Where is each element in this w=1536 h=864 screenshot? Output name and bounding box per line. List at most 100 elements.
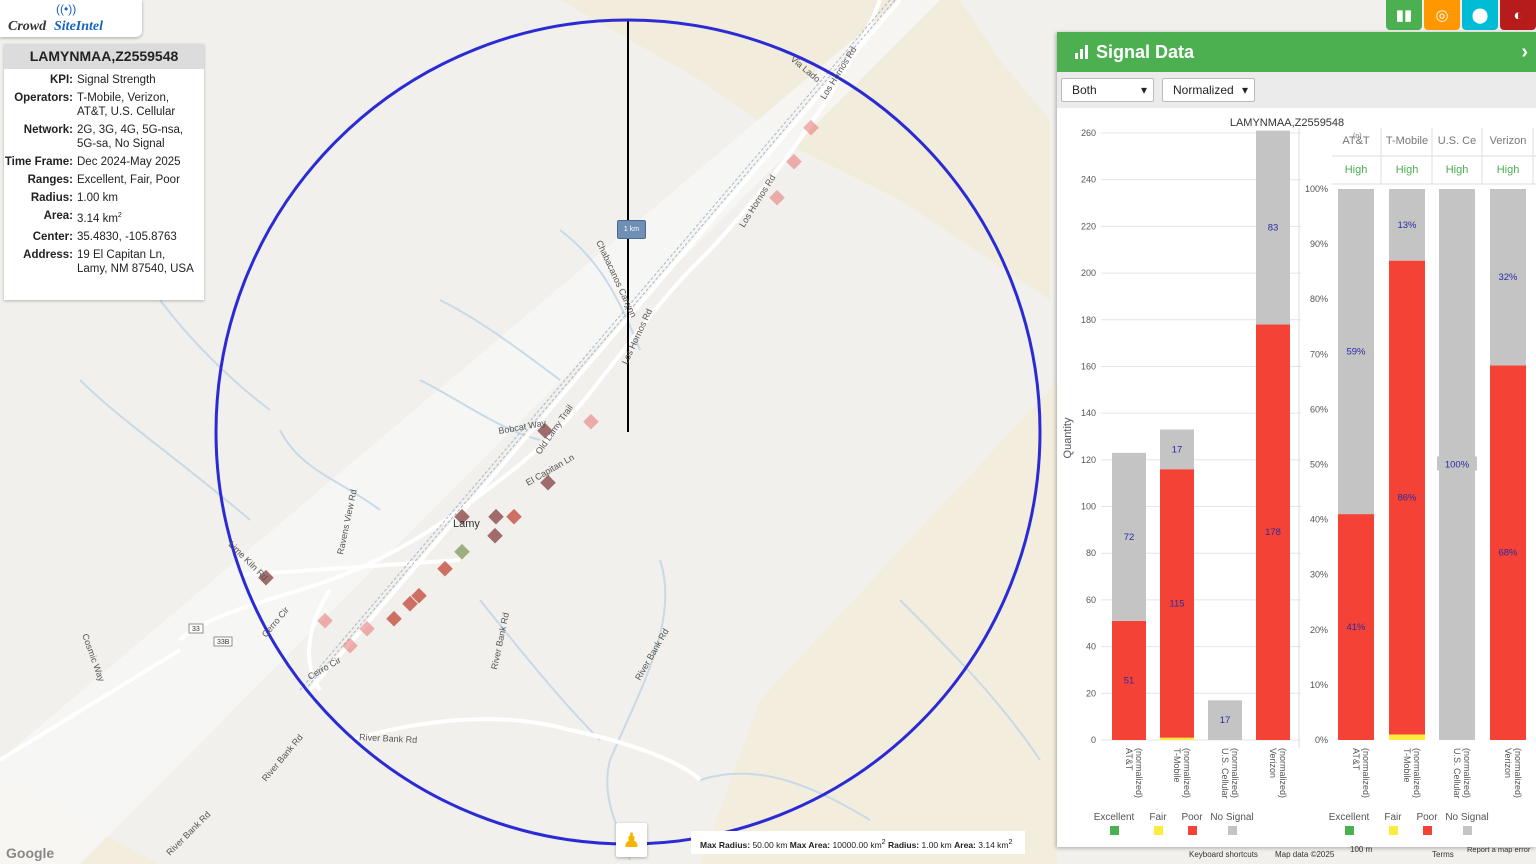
legend-label: Poor (1416, 812, 1438, 823)
data-label: 68% (1498, 548, 1518, 559)
chevron-down-icon: ▾ (1140, 83, 1147, 97)
x-tick-label: (normalized) (1230, 748, 1240, 798)
globe-button[interactable]: ◐ (1500, 0, 1536, 30)
footer-radius-label: Radius: (887, 839, 920, 850)
data-label: 17 (1172, 444, 1183, 455)
data-label: 13% (1397, 220, 1417, 231)
map-scale[interactable]: 100 m (1350, 845, 1372, 854)
address-value: 19 El Capitan Ln, Lamy, NM 87540, USA (77, 248, 194, 275)
map-data-attribution: Map data ©2025 (1275, 850, 1335, 859)
bar-chart-button[interactable]: ▮▮ (1386, 0, 1422, 30)
y-tick-label: 40 (1086, 642, 1096, 652)
address-label: Address: (23, 248, 73, 261)
x-tick-label: T-Mobile (1402, 748, 1412, 783)
chevron-down-icon: ▾ (1241, 83, 1248, 97)
logo-siteintel-text: SiteIntel (54, 19, 104, 34)
x-tick-label: AT&T (1124, 748, 1134, 771)
bar-chart-icon (1075, 45, 1088, 59)
x-tick-label: U.S. Cellular (1220, 748, 1230, 799)
place-label-lamy: Lamy (453, 518, 480, 530)
y-tick-label: 30% (1310, 570, 1328, 580)
chart-title: LAMYNMAA,Z2559548 (1230, 117, 1344, 129)
site-info-card: LAMYNMAA,Z2559548 KPI: Signal Strength Op… (4, 44, 204, 300)
route-shield: 33B (217, 639, 230, 646)
bar-segment-fair (1160, 737, 1194, 740)
legend-swatch (1228, 826, 1237, 835)
legend-label: Fair (1149, 812, 1167, 823)
y-tick-label: 20% (1310, 625, 1328, 635)
area-number: 3.14 km (77, 212, 118, 225)
x-tick-label: U.S. Cellular (1452, 748, 1462, 799)
y-tick-label: 60% (1310, 404, 1328, 414)
bar-chart-icon: ▮▮ (1395, 7, 1413, 24)
rating-high: High (1345, 164, 1368, 176)
app-logo[interactable]: ((•)) Crowd SiteIntel (0, 0, 142, 37)
data-label: 100% (1445, 460, 1470, 471)
rating-high: High (1396, 164, 1419, 176)
legend-swatch (1154, 826, 1163, 835)
y-tick-label: 160 (1081, 361, 1096, 371)
keyboard-shortcuts-link[interactable]: Keyboard shortcuts (1189, 850, 1258, 859)
target-button[interactable]: ◎ (1424, 0, 1460, 30)
data-label: 41% (1346, 622, 1366, 633)
y-tick-label: 100 (1081, 502, 1096, 512)
center-value: 35.4830, -105.8763 (77, 230, 177, 243)
rating-high: High (1446, 164, 1469, 176)
y-tick-label: 120 (1081, 455, 1096, 465)
logo-crowd-text: Crowd (8, 19, 47, 34)
area-unit-sup: 2 (117, 212, 122, 219)
x-tick-label: (normalized) (1361, 748, 1371, 798)
operator-column-header: Verizon (1490, 135, 1527, 147)
header-superscript: (n) (1353, 133, 1362, 140)
x-tick-label: T-Mobile (1172, 748, 1182, 783)
x-tick-label: (normalized) (1513, 748, 1523, 798)
y-tick-label: 200 (1081, 268, 1096, 278)
operators-value: T-Mobile, Verizon, AT&T, U.S. Cellular (77, 92, 176, 118)
x-tick-label: Verizon (1503, 748, 1513, 778)
legend-swatch (1423, 826, 1432, 835)
y-tick-label: 260 (1081, 128, 1096, 138)
x-tick-label: AT&T (1351, 748, 1361, 771)
mode-value: Normalized (1173, 83, 1234, 97)
area-label: Area: (43, 210, 73, 222)
operator-filter-select[interactable]: Both ▾ (1061, 78, 1154, 102)
radius-scale-tag: 1 km (617, 220, 646, 239)
network-label: Network: (23, 124, 73, 136)
terms-link[interactable]: Terms (1432, 850, 1454, 859)
footer-area-value: 3.14 km (978, 839, 1009, 850)
y-tick-label: 0% (1315, 735, 1328, 745)
y-tick-label: 100% (1305, 184, 1328, 194)
footer-area-label: Area: (954, 839, 976, 850)
data-label: 32% (1498, 272, 1518, 283)
rating-high: High (1497, 164, 1520, 176)
y-tick-label: 240 (1081, 175, 1096, 185)
y-tick-label: 220 (1081, 221, 1096, 231)
footer-radius-value: 1.00 km (921, 839, 952, 850)
legend-label: No Signal (1210, 812, 1253, 823)
legend-swatch (1389, 826, 1398, 835)
report-error-link[interactable]: Report a map error (1467, 845, 1530, 854)
center-label: Center: (32, 230, 73, 243)
data-label: 51 (1124, 675, 1135, 686)
y-tick-label: 180 (1081, 315, 1096, 325)
max-area-value: 10000.00 km (832, 839, 882, 850)
site-id-title: LAMYNMAA,Z2559548 (4, 44, 204, 69)
street-view-pegman[interactable]: ♟ (616, 823, 647, 857)
google-logo: Google (6, 845, 55, 861)
radius-label: Radius: (30, 192, 73, 204)
map-pin-button[interactable]: ⬤ (1462, 0, 1498, 30)
y-tick-label: 90% (1310, 239, 1328, 249)
y-tick-label: 0 (1091, 735, 1096, 745)
chevron-right-icon[interactable]: › (1521, 41, 1528, 64)
mode-select[interactable]: Normalized ▾ (1162, 78, 1255, 102)
data-label: 83 (1268, 223, 1279, 234)
panel-controls: Both ▾ Normalized ▾ (1057, 72, 1536, 108)
ranges-label: Ranges: (27, 174, 73, 186)
data-label: 86% (1397, 493, 1417, 504)
operator-filter-value: Both (1072, 83, 1097, 97)
y-tick-label: 80 (1086, 548, 1096, 558)
network-value: 2G, 3G, 4G, 5G-nsa, 5G-sa, No Signal (77, 124, 184, 150)
data-label: 178 (1265, 527, 1281, 538)
data-label: 59% (1346, 347, 1366, 358)
y-tick-label: 60 (1086, 595, 1096, 605)
